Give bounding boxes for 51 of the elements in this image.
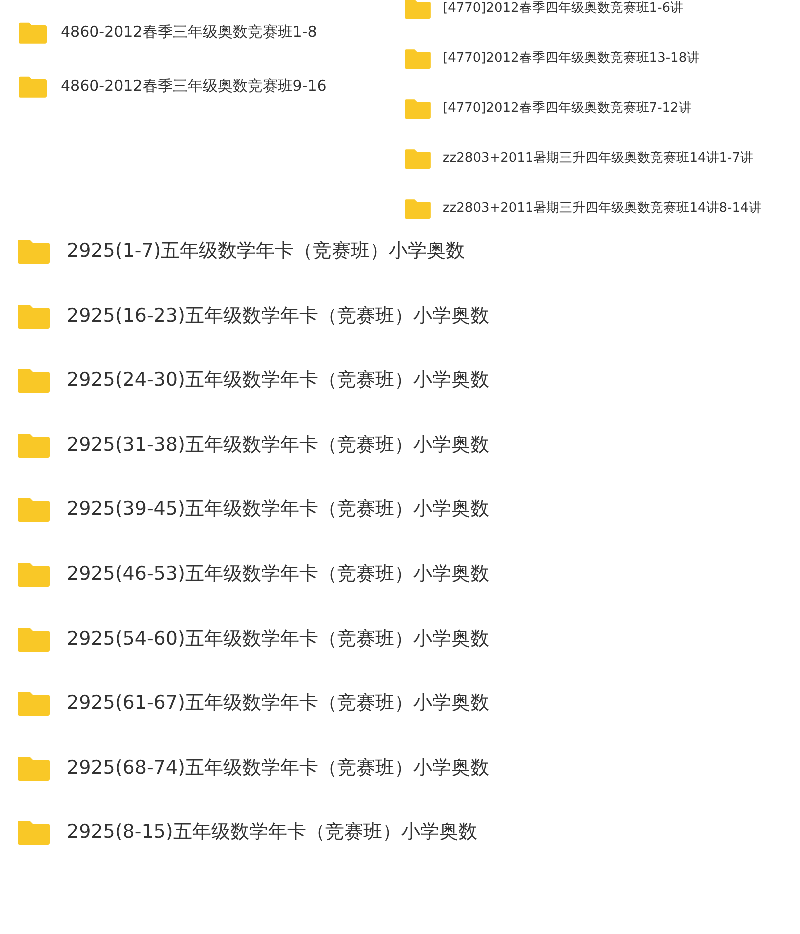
folder-item[interactable]: 2925(46-53)五年级数学年卡（竞赛班）小学奥数 [0,558,800,590]
folder-icon [405,48,431,68]
folder-item[interactable]: zz2803+2011暑期三升四年级奥数竞赛班14讲1-7讲 [405,145,762,171]
folder-item[interactable]: 2925(31-38)五年级数学年卡（竞赛班）小学奥数 [0,428,800,461]
folder-item[interactable]: 4860-2012春季三年级奥数竞赛班9-16 [0,73,405,99]
folder-item[interactable]: 2925(68-74)五年级数学年卡（竞赛班）小学奥数 [0,752,800,784]
folder-icon [19,74,47,98]
folder-item[interactable]: [4770]2012春季四年级奥数竞赛班13-18讲 [405,45,762,71]
folder-item[interactable]: 4860-2012春季三年级奥数竞赛班1-8 [0,19,405,45]
folder-name: 2925(16-23)五年级数学年卡（竞赛班）小学奥数 [67,304,490,329]
folder-name: 2925(1-7)五年级数学年卡（竞赛班）小学奥数 [67,239,466,264]
folder-item[interactable]: [4770]2012春季四年级奥数竞赛班7-12讲 [405,95,762,121]
folder-item[interactable]: 2925(54-60)五年级数学年卡（竞赛班）小学奥数 [0,622,800,655]
folder-name: zz2803+2011暑期三升四年级奥数竞赛班14讲8-14讲 [443,200,762,217]
folder-icon [18,302,50,329]
folder-item[interactable]: 2925(8-15)五年级数学年卡（竞赛班）小学奥数 [0,816,800,848]
folder-icon [18,496,50,522]
folder-item[interactable]: zz2803+2011暑期三升四年级奥数竞赛班14讲8-14讲 [405,195,762,221]
folder-item[interactable]: 2925(39-45)五年级数学年卡（竞赛班）小学奥数 [0,493,800,526]
folder-name: 2925(61-67)五年级数学年卡（竞赛班）小学奥数 [67,691,490,716]
folder-name: 2925(68-74)五年级数学年卡（竞赛班）小学奥数 [67,756,490,781]
folder-icon [19,20,47,44]
folder-name: 2925(31-38)五年级数学年卡（竞赛班）小学奥数 [67,432,490,458]
folder-name: 4860-2012春季三年级奥数竞赛班1-8 [61,22,318,42]
folder-icon [18,690,50,716]
folder-item[interactable]: 2925(1-7)五年级数学年卡（竞赛班）小学奥数 [0,235,800,267]
folder-name: [4770]2012春季四年级奥数竞赛班13-18讲 [443,50,700,67]
folder-item[interactable]: 2925(61-67)五年级数学年卡（竞赛班）小学奥数 [0,687,800,720]
folder-icon [18,754,50,781]
folder-name: [4770]2012春季四年级奥数竞赛班7-12讲 [443,100,692,117]
folder-icon [18,819,50,846]
folder-name: 2925(39-45)五年级数学年卡（竞赛班）小学奥数 [67,497,490,522]
folder-item[interactable]: 2925(16-23)五年级数学年卡（竞赛班）小学奥数 [0,300,800,332]
folder-name: [4770]2012春季四年级奥数竞赛班1-6讲 [443,0,684,17]
folder-icon [405,98,431,118]
folder-name: 2925(54-60)五年级数学年卡（竞赛班）小学奥数 [67,626,490,652]
folder-icon [18,432,50,458]
folder-icon [405,198,431,218]
folder-icon [405,0,431,18]
folder-name: 2925(24-30)五年级数学年卡（竞赛班）小学奥数 [67,368,490,394]
folder-icon [18,367,50,394]
folder-name: 4860-2012春季三年级奥数竞赛班9-16 [61,76,327,96]
folder-icon [405,148,431,168]
folder-name: 2925(8-15)五年级数学年卡（竞赛班）小学奥数 [67,820,478,846]
folder-icon [18,238,50,264]
folder-icon [18,626,50,652]
folder-icon [18,560,50,587]
folder-item[interactable]: 2925(24-30)五年级数学年卡（竞赛班）小学奥数 [0,364,800,396]
folder-item[interactable]: [4770]2012春季四年级奥数竞赛班1-6讲 [405,0,762,21]
folder-name: 2925(46-53)五年级数学年卡（竞赛班）小学奥数 [67,562,490,587]
folder-name: zz2803+2011暑期三升四年级奥数竞赛班14讲1-7讲 [443,150,754,167]
